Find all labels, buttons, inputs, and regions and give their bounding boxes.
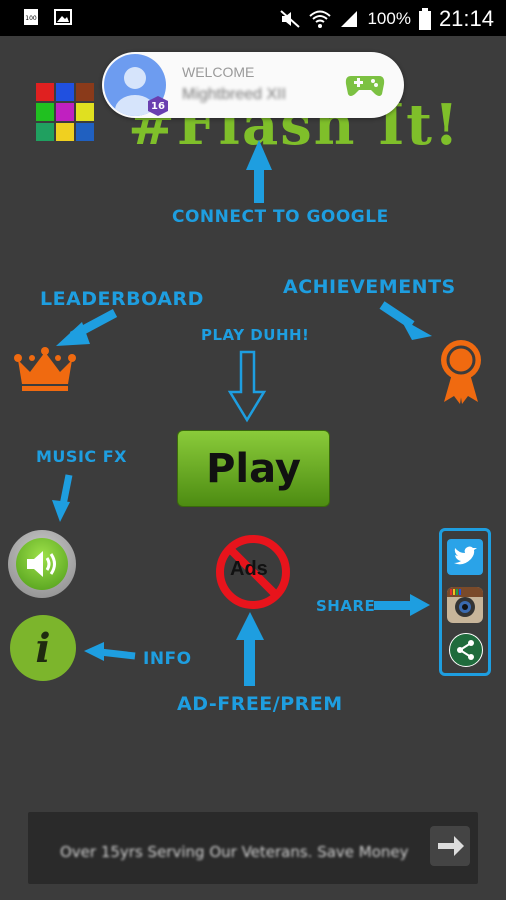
leaderboard-crown-icon[interactable]	[14, 346, 76, 392]
info-button[interactable]: i	[10, 615, 76, 681]
label-connect-google: CONNECT TO GOOGLE	[172, 207, 389, 227]
speaker-icon	[27, 551, 56, 577]
label-music-fx: MUSIC FX	[36, 447, 127, 466]
label-info: INFO	[143, 649, 192, 669]
label-achievements: ACHIEVEMENTS	[283, 276, 456, 298]
arrow-share	[374, 594, 430, 616]
share-panel	[439, 528, 491, 676]
no-ads-label: Ads	[230, 558, 268, 580]
arrow-play	[227, 350, 267, 423]
music-fx-button[interactable]	[8, 530, 76, 598]
ad-arrow-button[interactable]	[430, 826, 470, 866]
arrow-music	[52, 474, 73, 522]
achievements-ribbon-icon[interactable]	[438, 338, 484, 406]
arrow-achievements	[379, 301, 432, 340]
share-button[interactable]	[449, 633, 483, 667]
label-play-duhh: PLAY DUHH!	[201, 326, 310, 344]
no-ads-button[interactable]: Ads	[213, 532, 293, 612]
arrow-connect	[246, 140, 272, 203]
ad-text: Over 15yrs Serving Our Veterans. Save Mo…	[60, 843, 409, 861]
instagram-button[interactable]	[447, 587, 483, 623]
arrow-leaderboard	[56, 309, 118, 346]
sound-inner	[16, 538, 68, 590]
twitter-button[interactable]	[447, 539, 483, 575]
arrow-ad-free	[236, 612, 264, 686]
label-share: SHARE	[316, 597, 376, 615]
twitter-icon	[454, 546, 477, 565]
arrow-right-icon	[438, 836, 464, 856]
instagram-icon	[447, 587, 483, 617]
arrow-info	[84, 642, 136, 661]
play-button[interactable]: Play	[177, 430, 330, 507]
share-icon	[457, 640, 474, 660]
label-leaderboard: LEADERBOARD	[40, 288, 204, 310]
label-ad-free: AD-FREE/PREM	[177, 693, 343, 715]
